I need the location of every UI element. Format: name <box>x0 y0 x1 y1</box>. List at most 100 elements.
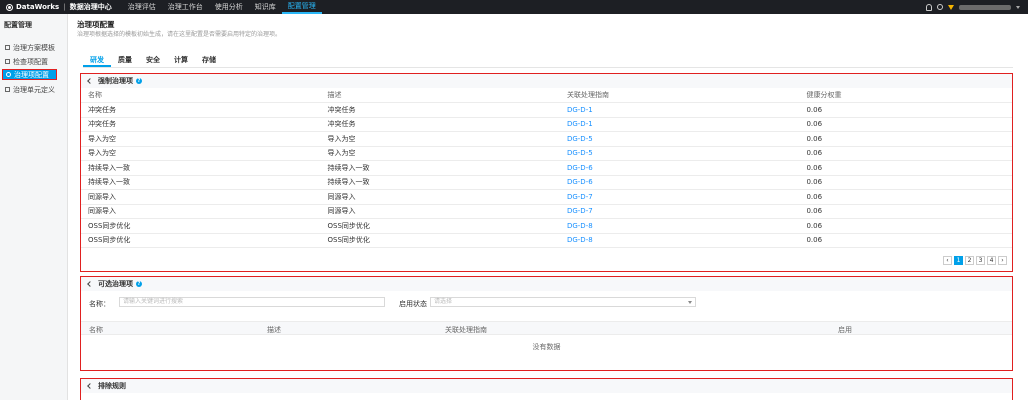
sidebar-title: 配置管理 <box>4 21 32 29</box>
table-row: 导入为空 导入为空 DG-D-5 0.06 <box>81 146 1012 161</box>
cell-name: 冲突任务 <box>81 102 321 118</box>
forced-items-panel: 强制治理项 ? 名称 描述 关联处理指南 健康分权重 冲突任务 冲突任务 DG-… <box>80 73 1013 272</box>
table-row: 持续导入一致 持续导入一致 DG-D-6 0.06 <box>81 175 1012 190</box>
cell-name: 冲突任务 <box>81 117 321 132</box>
guide-link[interactable]: DG-D-7 <box>567 193 593 201</box>
gem-icon <box>948 4 954 10</box>
table-row: 同源导入 同源导入 DG-D-7 0.06 <box>81 189 1012 205</box>
guide-link[interactable]: DG-D-7 <box>567 207 593 215</box>
status-select-placeholder: 请选择 <box>434 298 453 305</box>
cell-guide: DG-D-5 <box>559 131 800 147</box>
nav-item-config-management[interactable]: 配置管理 <box>281 0 322 14</box>
collapse-chevron-icon[interactable] <box>87 78 93 84</box>
guide-link[interactable]: DG-D-8 <box>567 236 593 244</box>
sidebar-item-unit-definition[interactable]: 治理单元定义 <box>2 84 57 95</box>
cell-name: 持续导入一致 <box>81 160 321 176</box>
guide-link[interactable]: DG-D-8 <box>567 222 593 230</box>
sidebar-item-check-config[interactable]: 检查项配置 <box>2 56 57 67</box>
guide-link[interactable]: DG-D-1 <box>567 120 593 128</box>
nav-item-usage-analysis[interactable]: 使用分析 <box>209 0 249 14</box>
cell-guide: DG-D-7 <box>559 189 800 205</box>
tab-compute[interactable]: 计算 <box>167 55 195 67</box>
bell-icon[interactable] <box>926 3 932 11</box>
cell-weight: 0.06 <box>799 102 1012 118</box>
nav-item-workbench[interactable]: 治理工作台 <box>162 0 209 14</box>
pagination-prev[interactable]: ‹ <box>943 256 952 265</box>
user-account[interactable] <box>959 4 1011 10</box>
name-filter-label: 名称： <box>89 300 110 308</box>
cell-name: 导入为空 <box>81 146 321 161</box>
exclude-rules-title: 排除规则 <box>98 382 126 390</box>
nav-item-evaluation[interactable]: 治理评估 <box>122 0 162 14</box>
cell-desc: 冲突任务 <box>320 102 560 118</box>
optional-items-title: 可选治理项 <box>98 280 133 288</box>
cell-guide: DG-D-6 <box>559 175 800 190</box>
pagination-next[interactable]: › <box>998 256 1007 265</box>
sidebar-item-label: 治理项配置 <box>14 70 49 79</box>
pagination-page-4[interactable]: 4 <box>987 256 996 265</box>
top-bar: DataWorks | 数据治理中心 治理评估 治理工作台 使用分析 知识库 配… <box>0 0 1028 14</box>
tab-storage[interactable]: 存储 <box>195 55 223 67</box>
help-icon[interactable]: ? <box>136 281 142 287</box>
sidebar-item-governance-config[interactable]: 治理项配置 <box>2 69 57 80</box>
guide-link[interactable]: DG-D-6 <box>567 164 593 172</box>
pagination-page-1[interactable]: 1 <box>954 256 963 265</box>
brand-name: DataWorks <box>16 3 60 11</box>
status-select[interactable]: 请选择 <box>430 297 696 307</box>
guide-link[interactable]: DG-D-1 <box>567 106 593 114</box>
exclude-rules-header[interactable]: 排除规则 <box>81 379 1012 393</box>
grid-icon <box>5 87 10 92</box>
checklist-icon <box>5 59 10 64</box>
column-header-weight: 健康分权重 <box>799 88 1012 103</box>
guide-link[interactable]: DG-D-6 <box>567 178 593 186</box>
top-right-tools <box>926 3 1028 11</box>
chevron-down-icon[interactable] <box>1016 5 1020 9</box>
nav-item-knowledge-base[interactable]: 知识库 <box>249 0 282 14</box>
forced-items-header[interactable]: 强制治理项 ? <box>81 74 1012 88</box>
cell-weight: 0.06 <box>799 218 1012 234</box>
tab-security[interactable]: 安全 <box>139 55 167 67</box>
tab-quality[interactable]: 质量 <box>111 55 139 67</box>
optional-table-header: 名称 描述 关联处理指南 启用 <box>81 321 1012 335</box>
top-nav: 治理评估 治理工作台 使用分析 知识库 配置管理 <box>122 0 322 14</box>
cell-weight: 0.06 <box>799 233 1012 248</box>
cell-desc: 导入为空 <box>320 131 560 147</box>
brand[interactable]: DataWorks | 数据治理中心 <box>0 2 112 12</box>
tools-icon[interactable] <box>937 4 943 10</box>
cell-weight: 0.06 <box>799 204 1012 219</box>
cell-guide: DG-D-8 <box>559 233 800 248</box>
table-row: 持续导入一致 持续导入一致 DG-D-6 0.06 <box>81 160 1012 176</box>
cell-name: OSS同步优化 <box>81 233 321 248</box>
cell-name: 持续导入一致 <box>81 175 321 190</box>
cell-guide: DG-D-6 <box>559 160 800 176</box>
optional-items-header[interactable]: 可选治理项 ? <box>81 277 1012 291</box>
cell-guide: DG-D-1 <box>559 102 800 118</box>
template-icon <box>5 45 10 50</box>
guide-link[interactable]: DG-D-5 <box>567 149 593 157</box>
pagination-page-2[interactable]: 2 <box>965 256 974 265</box>
page-description: 治理项根据选择的模板初始生成，请在这里配置是否需要启用特定的治理项。 <box>77 31 282 38</box>
category-tabs: 研发 质量 安全 计算 存储 <box>83 55 223 67</box>
table-row: 同源导入 同源导入 DG-D-7 0.06 <box>81 204 1012 219</box>
cell-weight: 0.06 <box>799 117 1012 132</box>
sidebar-item-plan-template[interactable]: 治理方案模板 <box>2 42 57 53</box>
forced-items-table: 名称 描述 关联处理指南 健康分权重 冲突任务 冲突任务 DG-D-1 0.06… <box>81 88 1012 248</box>
pagination: ‹ 1 2 3 4 › <box>943 256 1007 265</box>
pagination-page-3[interactable]: 3 <box>976 256 985 265</box>
table-row: OSS同步优化 OSS同步优化 DG-D-8 0.06 <box>81 233 1012 248</box>
help-icon[interactable]: ? <box>136 78 142 84</box>
tab-research[interactable]: 研发 <box>83 55 111 67</box>
cell-desc: OSS同步优化 <box>320 218 560 234</box>
cell-desc: 同源导入 <box>320 189 560 205</box>
collapse-chevron-icon[interactable] <box>87 281 93 287</box>
sidebar-item-label: 治理方案模板 <box>13 43 55 52</box>
table-row: OSS同步优化 OSS同步优化 DG-D-8 0.06 <box>81 218 1012 234</box>
cell-weight: 0.06 <box>799 146 1012 161</box>
sidebar: 配置管理 治理方案模板 检查项配置 治理项配置 治理单元定义 <box>0 14 68 400</box>
cell-desc: OSS同步优化 <box>320 233 560 248</box>
guide-link[interactable]: DG-D-5 <box>567 135 593 143</box>
name-search-input[interactable]: 请输入关键词进行搜索 <box>119 297 385 307</box>
cell-desc: 持续导入一致 <box>320 175 560 190</box>
collapse-chevron-icon[interactable] <box>87 383 93 389</box>
exclude-rules-panel: 排除规则 <box>80 378 1013 400</box>
